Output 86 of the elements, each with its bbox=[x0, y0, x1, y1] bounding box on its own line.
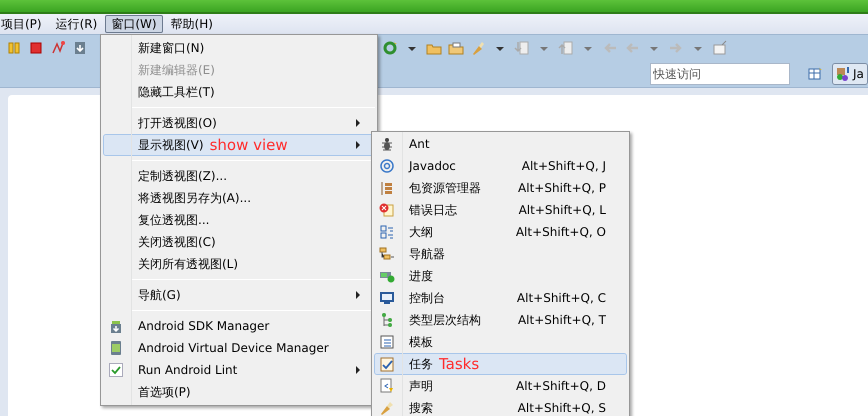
menu-item[interactable]: 导航(G) bbox=[103, 284, 375, 306]
menu-item[interactable]: 控制台 Alt+Shift+Q, C bbox=[374, 287, 627, 309]
menu-item[interactable]: 声明 Alt+Shift+Q, D bbox=[374, 375, 627, 397]
menu-item-label: 复位透视图... bbox=[138, 212, 210, 229]
menu-item-label: 控制台 bbox=[409, 290, 445, 307]
menu-item-label: 定制透视图(Z)... bbox=[138, 168, 228, 185]
menu-item-label: 错误日志 bbox=[409, 202, 457, 219]
menu-item[interactable]: 打开透视图(O) bbox=[103, 112, 375, 134]
menu-item[interactable]: 首选项(P) bbox=[103, 381, 375, 403]
checkmark-icon bbox=[108, 362, 124, 378]
menu-item[interactable]: Run Android Lint bbox=[103, 359, 375, 381]
menu-item-label: 声明 bbox=[409, 378, 433, 395]
menu-item[interactable]: 定制透视图(Z)... bbox=[103, 165, 375, 187]
annotation-text: show view bbox=[210, 134, 288, 156]
menu-item-label: 包资源管理器 bbox=[409, 180, 481, 197]
menu-item-label: 模板 bbox=[409, 334, 433, 351]
menu-item-label: Javadoc bbox=[409, 158, 456, 175]
outline-icon bbox=[379, 224, 395, 240]
console-icon bbox=[379, 290, 395, 306]
shortcut-text: Alt+Shift+Q, J bbox=[522, 158, 606, 175]
menu-item[interactable]: 新建窗口(N) bbox=[103, 37, 375, 59]
menu-item-label: 显示视图(V) bbox=[138, 137, 204, 154]
menu-item-label: 新建窗口(N) bbox=[138, 40, 204, 57]
perspective-label: Ja bbox=[853, 66, 864, 82]
android-device-icon bbox=[108, 340, 124, 356]
templates-icon bbox=[379, 334, 395, 350]
menu-item-label: 导航器 bbox=[409, 246, 445, 263]
stop-icon[interactable] bbox=[28, 40, 44, 56]
refresh-icon[interactable] bbox=[382, 40, 398, 56]
menu-item-label: 关闭透视图(C) bbox=[138, 234, 216, 251]
annotation-text: Tasks bbox=[439, 354, 480, 375]
menu-item[interactable]: 关闭所有透视图(L) bbox=[103, 253, 375, 275]
shortcut-text: Alt+Shift+Q, P bbox=[518, 180, 606, 197]
menu-item[interactable]: 错误日志 Alt+Shift+Q, L bbox=[374, 199, 627, 221]
shortcut-text: Alt+Shift+Q, S bbox=[518, 400, 606, 416]
shortcut-text: Alt+Shift+Q, D bbox=[516, 378, 606, 395]
menu-item-label: 关闭所有透视图(L) bbox=[138, 256, 238, 273]
hierarchy-icon bbox=[379, 312, 395, 328]
menu-item[interactable]: 复位透视图... bbox=[103, 209, 375, 231]
menu-item-label: 搜索 bbox=[409, 400, 433, 416]
menu-item[interactable]: 搜索 Alt+Shift+Q, S bbox=[374, 397, 627, 416]
menu-item-label: 大纲 bbox=[409, 224, 433, 241]
android-download-icon bbox=[108, 318, 124, 334]
menu-item[interactable]: 类型层次结构 Alt+Shift+Q, T bbox=[374, 309, 627, 331]
menu-bar-item[interactable]: 运行(R) bbox=[50, 15, 104, 33]
menu-bar-item[interactable]: 帮助(H) bbox=[164, 15, 219, 33]
java-perspective-button[interactable]: Ja bbox=[832, 62, 868, 84]
menu-item-label: 进度 bbox=[409, 268, 433, 285]
menu-item-label: Android Virtual Device Manager bbox=[138, 340, 329, 357]
open-folder-icon[interactable] bbox=[448, 40, 464, 56]
pause-icon[interactable] bbox=[6, 40, 22, 56]
menu-item[interactable]: 包资源管理器 Alt+Shift+Q, P bbox=[374, 177, 627, 199]
menu-item-label: 首选项(P) bbox=[138, 384, 191, 401]
menu-item[interactable]: Android SDK Manager bbox=[103, 315, 375, 337]
menu-item-label: 打开透视图(O) bbox=[138, 115, 217, 132]
node-link-icon[interactable] bbox=[50, 40, 66, 56]
menu-bar-item[interactable]: 项目(P) bbox=[0, 15, 48, 33]
menu-item[interactable]: Android Virtual Device Manager bbox=[103, 337, 375, 359]
shortcut-text: Alt+Shift+Q, C bbox=[516, 290, 606, 307]
error-log-icon bbox=[379, 202, 395, 218]
menu-item[interactable]: Javadoc Alt+Shift+Q, J bbox=[374, 155, 627, 177]
shortcut-text: Alt+Shift+Q, L bbox=[518, 202, 606, 219]
menu-item-label: Run Android Lint bbox=[138, 362, 238, 379]
menu-item-label: 将透视图另存为(A)... bbox=[138, 190, 252, 207]
menu-item-label: Android SDK Manager bbox=[138, 318, 270, 335]
shortcut-text: Alt+Shift+Q, O bbox=[516, 224, 606, 241]
menu-item-label: 导航(G) bbox=[138, 287, 181, 304]
menu-item[interactable]: 隐藏工具栏(T) bbox=[103, 81, 375, 103]
clipboard-check-icon bbox=[379, 356, 395, 372]
menu-item[interactable]: Ant bbox=[374, 133, 627, 155]
menu-bar-item[interactable]: 窗口(W) bbox=[105, 15, 163, 33]
menu-item[interactable]: 大纲 Alt+Shift+Q, O bbox=[374, 221, 627, 243]
menu-item[interactable]: 进度 bbox=[374, 265, 627, 287]
menu-item[interactable]: 任务 Tasks bbox=[374, 353, 627, 375]
menu-item[interactable]: 模板 bbox=[374, 331, 627, 353]
menu-item-label: Ant bbox=[409, 136, 430, 153]
menu-item-label: 任务 bbox=[409, 356, 433, 373]
shortcut-text: Alt+Shift+Q, T bbox=[518, 312, 606, 329]
download-icon[interactable] bbox=[72, 40, 88, 56]
menu-item-label: 隐藏工具栏(T) bbox=[138, 84, 215, 101]
menu-item[interactable]: 导航器 bbox=[374, 243, 627, 265]
menu-item[interactable]: 关闭透视图(C) bbox=[103, 231, 375, 253]
menu-item-label: 类型层次结构 bbox=[409, 312, 481, 329]
menu-item[interactable]: 将透视图另存为(A)... bbox=[103, 187, 375, 209]
navigator-icon bbox=[379, 246, 395, 262]
menu-item-label: 新建编辑器(E) bbox=[138, 62, 215, 79]
